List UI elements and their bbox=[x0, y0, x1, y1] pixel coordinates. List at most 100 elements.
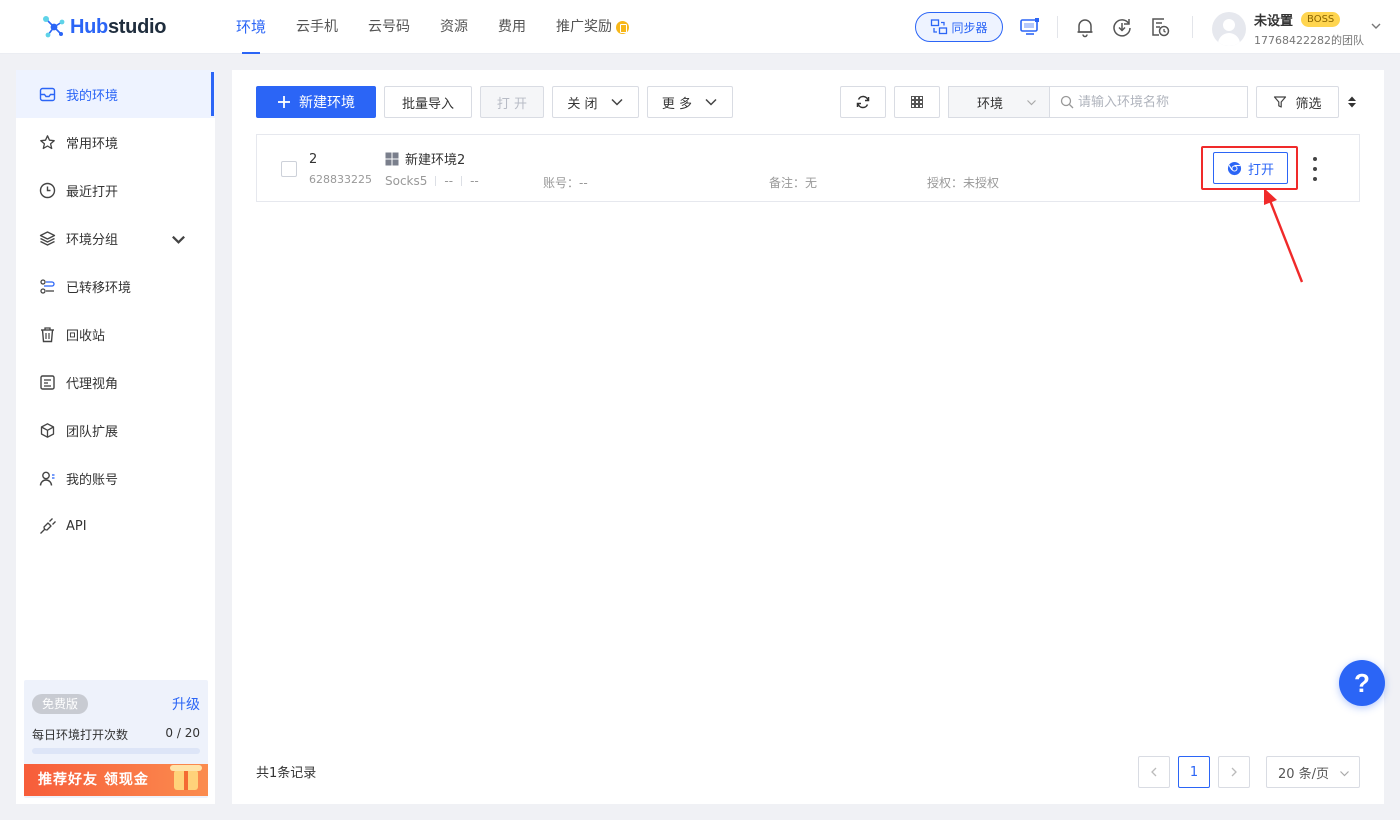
filter-button[interactable]: 筛选 bbox=[1256, 86, 1339, 118]
search-type-label: 环境 bbox=[977, 96, 1004, 112]
close-label: 关 闭 bbox=[567, 96, 598, 112]
page-number: 1 bbox=[1189, 764, 1199, 780]
logo-text: Hubstudio bbox=[70, 15, 167, 38]
page-number-button[interactable]: 1 bbox=[1178, 756, 1210, 788]
document-schedule-icon[interactable] bbox=[1148, 15, 1172, 39]
sidebar-item-label: 最近打开 bbox=[66, 184, 119, 200]
toolbar-divider bbox=[1192, 16, 1193, 38]
row-checkbox[interactable] bbox=[281, 161, 297, 177]
sync-screens-icon bbox=[931, 19, 948, 35]
clock-icon bbox=[39, 182, 56, 198]
user-info: 未设置 BOSS 17768422282的团队 bbox=[1254, 10, 1364, 48]
more-actions-icon[interactable] bbox=[1309, 157, 1321, 181]
open-label: 打开 bbox=[1247, 162, 1274, 178]
proxy-field: -- bbox=[470, 174, 479, 188]
help-button[interactable]: ? bbox=[1339, 660, 1385, 706]
search-icon bbox=[1060, 95, 1074, 109]
row-index: 2 bbox=[309, 152, 318, 167]
user-name-row: 未设置 BOSS bbox=[1254, 10, 1364, 29]
user-menu[interactable]: 未设置 BOSS 17768422282的团队 bbox=[1212, 10, 1364, 48]
nav-tab-environment[interactable]: 环境 bbox=[236, 0, 266, 54]
bell-icon[interactable] bbox=[1073, 15, 1097, 39]
nav-tab-cloud-phone[interactable]: 云手机 bbox=[296, 0, 338, 54]
next-page-button[interactable] bbox=[1218, 756, 1250, 788]
cube-icon bbox=[40, 422, 55, 438]
total-records: 共1条记录 bbox=[256, 766, 317, 781]
hubstudio-logo[interactable]: Hubstudio bbox=[40, 14, 166, 40]
env-name-text: 新建环境2 bbox=[405, 153, 466, 168]
sidebar-item-label: 回收站 bbox=[66, 328, 106, 344]
chrome-icon bbox=[1227, 161, 1242, 175]
batch-import-button[interactable]: 批量导入 bbox=[384, 86, 472, 118]
plan-badge: 免费版 bbox=[32, 694, 89, 714]
sidebar-item-label: 代理视角 bbox=[66, 376, 119, 392]
multi-window-icon[interactable] bbox=[1018, 15, 1042, 39]
download-update-icon[interactable] bbox=[1110, 15, 1134, 39]
prev-page-button[interactable] bbox=[1138, 756, 1170, 788]
sidebar-item-recycle-bin[interactable]: 回收站 bbox=[16, 310, 215, 358]
new-env-label: 新建环境 bbox=[299, 95, 355, 111]
row-note: 备注：无 bbox=[769, 176, 818, 190]
sidebar-item-recently-opened[interactable]: 最近打开 bbox=[16, 166, 215, 214]
windows-icon bbox=[385, 152, 399, 165]
gift-icon bbox=[170, 765, 202, 790]
search-group: 环境 bbox=[948, 86, 1248, 118]
sidebar-item-proxy-view[interactable]: 代理视角 bbox=[16, 358, 215, 406]
quota-label: 每日环境打开次数 bbox=[32, 728, 129, 742]
transfer-icon bbox=[40, 278, 55, 294]
nav-tab-referral-rewards[interactable]: 推广奖励 bbox=[556, 0, 630, 54]
open-environment-button[interactable]: 打开 bbox=[1213, 152, 1288, 184]
row-authorization: 授权：未授权 bbox=[927, 176, 1000, 190]
upgrade-link[interactable]: 升级 bbox=[172, 694, 200, 714]
row-env-name[interactable]: 新建环境2 bbox=[385, 149, 465, 168]
main-panel: 新建环境 批量导入 打 开 关 闭 更 多 环境 筛选 bbox=[232, 70, 1384, 804]
synchronizer-button[interactable]: 同步器 bbox=[915, 12, 1003, 42]
plan-panel: 免费版 升级 每日环境打开次数 0 / 20 推荐好友 领现金 bbox=[24, 680, 208, 798]
sidebar-item-label: API bbox=[66, 518, 87, 534]
more-dropdown-button[interactable]: 更 多 bbox=[647, 86, 733, 118]
nav-tab-resources[interactable]: 资源 bbox=[440, 0, 468, 54]
nav-tab-billing[interactable]: 费用 bbox=[498, 0, 526, 54]
sidebar-item-team-expansion[interactable]: 团队扩展 bbox=[16, 406, 215, 454]
grid-view-button[interactable] bbox=[894, 86, 940, 118]
chevron-down-icon[interactable] bbox=[170, 231, 187, 248]
sidebar-item-my-environments[interactable]: 我的环境 bbox=[16, 70, 215, 118]
referral-promo-banner[interactable]: 推荐好友 领现金 bbox=[24, 764, 208, 796]
page-size-label: 20 条/页 bbox=[1278, 766, 1330, 782]
sidebar-item-label: 环境分组 bbox=[66, 232, 119, 248]
user-name: 未设置 bbox=[1254, 14, 1294, 29]
sidebar-item-env-groups[interactable]: 环境分组 bbox=[16, 214, 215, 262]
filter-funnel-icon bbox=[1274, 96, 1287, 108]
sidebar-item-my-account[interactable]: 我的账号 bbox=[16, 454, 215, 502]
chevron-down-icon bbox=[611, 98, 623, 106]
sidebar-item-label: 已转移环境 bbox=[66, 280, 132, 296]
sidebar-item-transferred-envs[interactable]: 已转移环境 bbox=[16, 262, 215, 310]
bulk-open-button[interactable]: 打 开 bbox=[480, 86, 544, 118]
search-input[interactable] bbox=[1078, 94, 1238, 110]
avatar bbox=[1212, 12, 1246, 46]
search-type-select[interactable]: 环境 bbox=[949, 87, 1050, 117]
sidebar-item-favorite-environments[interactable]: 常用环境 bbox=[16, 118, 215, 166]
sort-icon[interactable] bbox=[1346, 95, 1358, 109]
plus-icon bbox=[278, 96, 290, 108]
chevron-down-icon bbox=[1340, 771, 1349, 777]
trash-icon bbox=[41, 326, 54, 342]
refresh-button[interactable] bbox=[840, 86, 886, 118]
row-env-id: 628833225 bbox=[309, 173, 372, 186]
row-account: 账号：-- bbox=[543, 176, 588, 190]
chevron-down-icon[interactable] bbox=[1370, 20, 1382, 32]
sidebar-item-label: 常用环境 bbox=[66, 136, 119, 152]
chevron-down-icon bbox=[1027, 100, 1036, 106]
sidebar-item-label: 我的账号 bbox=[66, 472, 119, 488]
chevron-left-icon bbox=[1151, 767, 1157, 777]
filter-label: 筛选 bbox=[1295, 96, 1322, 112]
new-environment-button[interactable]: 新建环境 bbox=[256, 86, 376, 118]
account-icon bbox=[39, 471, 55, 486]
close-dropdown-button[interactable]: 关 闭 bbox=[552, 86, 639, 118]
page-size-select[interactable]: 20 条/页 bbox=[1266, 756, 1360, 788]
table-row[interactable]: 2 628833225 新建环境2 Socks5 -- -- 账号：-- 备注：… bbox=[256, 134, 1360, 202]
sidebar-item-api[interactable]: API bbox=[16, 502, 215, 550]
chevron-down-icon bbox=[705, 98, 717, 106]
nav-tab-cloud-number[interactable]: 云号码 bbox=[368, 0, 410, 54]
refresh-icon bbox=[856, 95, 870, 109]
